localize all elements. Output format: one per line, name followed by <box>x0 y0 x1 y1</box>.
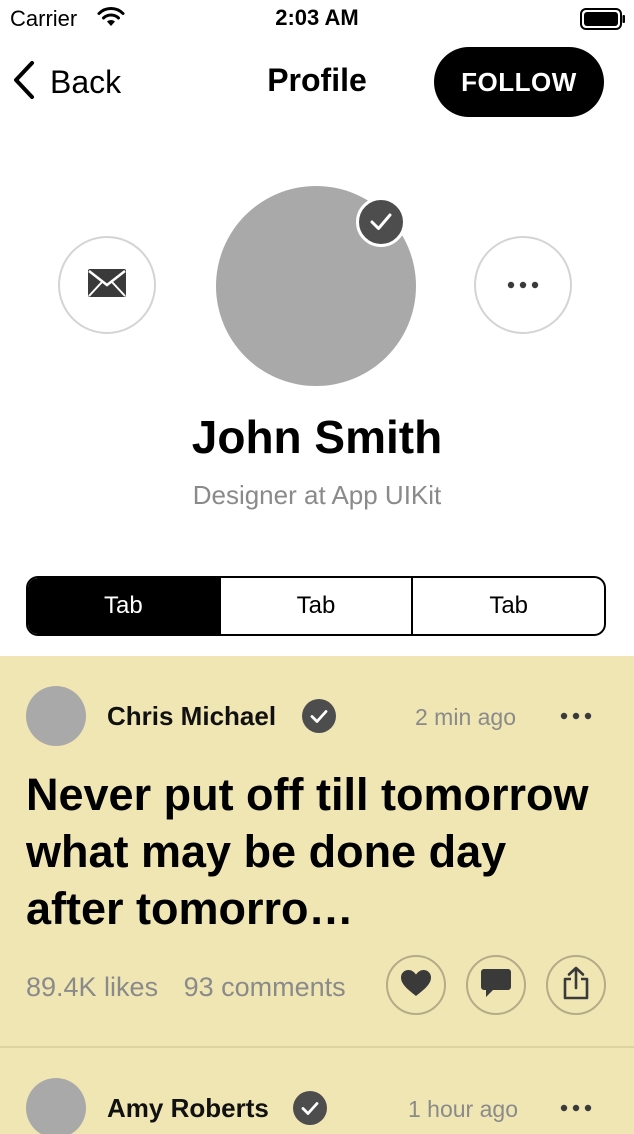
battery-icon <box>580 8 625 30</box>
share-button[interactable] <box>546 955 606 1015</box>
comment-button[interactable] <box>466 955 526 1015</box>
segmented-control: Tab Tab Tab <box>26 576 606 636</box>
post-time: 1 hour ago <box>408 1096 518 1122</box>
post-author-avatar[interactable] <box>26 1078 86 1134</box>
nav-bar: Back Profile FOLLOW <box>0 44 634 120</box>
more-options-button[interactable] <box>474 236 572 334</box>
status-time: 2:03 AM <box>275 5 359 30</box>
comments-count[interactable]: 93 comments <box>184 972 346 1002</box>
post-more-button[interactable] <box>556 701 596 731</box>
envelope-icon <box>88 268 126 302</box>
tab-2[interactable]: Tab <box>218 578 412 634</box>
post-text: Never put off till tomorrow what may be … <box>26 769 589 934</box>
post-author-avatar[interactable] <box>26 686 86 746</box>
message-button[interactable] <box>58 236 156 334</box>
post-author-name[interactable]: Chris Michael <box>107 701 276 732</box>
post-time: 2 min ago <box>415 704 517 730</box>
post-divider <box>0 1046 634 1048</box>
post-author-name[interactable]: Amy Roberts <box>107 1093 269 1124</box>
checkmark-badge-icon <box>356 197 406 247</box>
status-bar: Carrier 2:03 AM <box>0 0 634 38</box>
profile-subtitle: Designer at App UIKit <box>192 480 442 510</box>
tab-3[interactable]: Tab <box>411 578 604 634</box>
share-icon <box>562 966 590 1005</box>
back-button[interactable]: Back <box>12 58 121 106</box>
chevron-left-icon <box>12 60 36 105</box>
profile-name: John Smith <box>191 411 443 463</box>
checkmark-badge-icon <box>302 699 336 733</box>
more-horizontal-icon <box>559 707 593 725</box>
post-feed: Chris Michael 2 min ago Never put off ti… <box>0 656 634 1134</box>
like-button[interactable] <box>386 955 446 1015</box>
tab-1[interactable]: Tab <box>28 578 219 634</box>
speech-bubble-icon <box>480 968 512 1003</box>
back-label: Back <box>50 63 122 100</box>
likes-count: 89.4K likes <box>26 972 159 1002</box>
post-more-button[interactable] <box>556 1093 596 1123</box>
follow-button[interactable]: FOLLOW <box>434 47 604 117</box>
post-stats: 89.4K likes 93 comments <box>26 972 346 1003</box>
more-horizontal-icon <box>559 1099 593 1117</box>
checkmark-badge-icon <box>293 1091 327 1125</box>
heart-icon <box>400 969 432 1002</box>
more-horizontal-icon <box>506 276 540 294</box>
